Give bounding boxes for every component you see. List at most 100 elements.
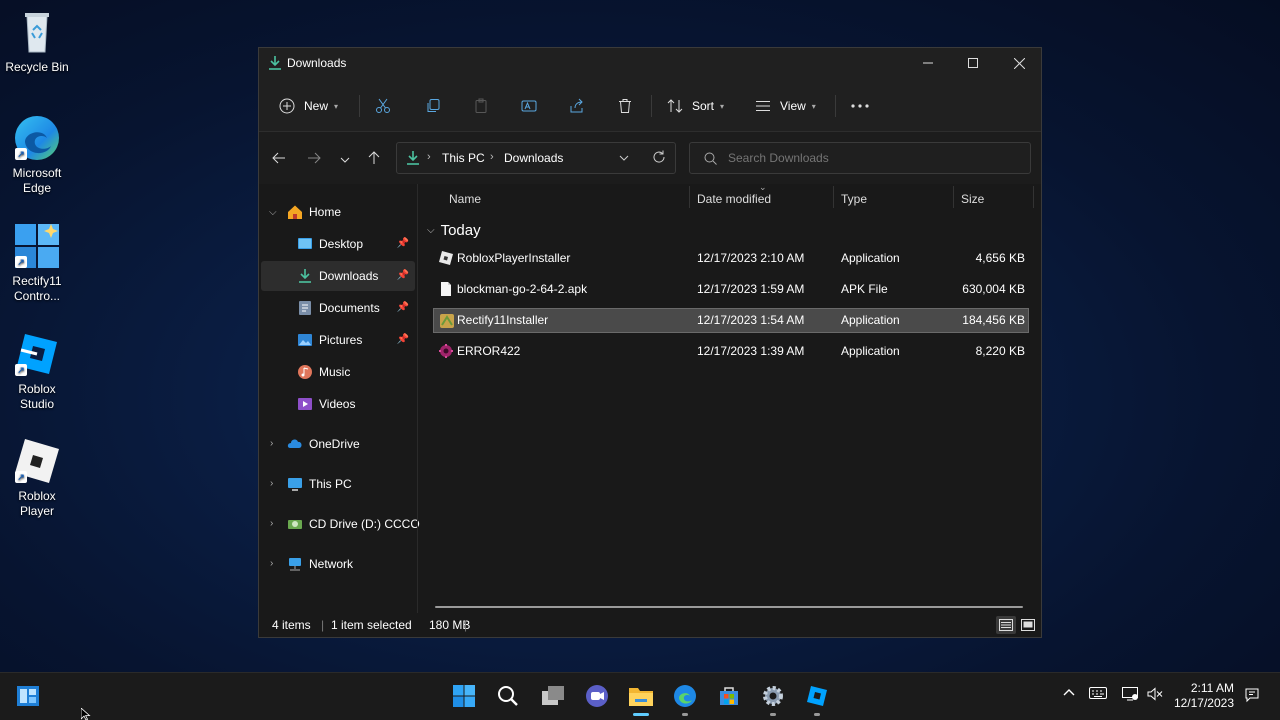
- content-area: ⌵ Home Desktop 📌 Downloads 📌 Documents 📌: [259, 182, 1041, 613]
- details-view-button[interactable]: [996, 616, 1016, 634]
- roblox-studio-icon: [805, 684, 829, 711]
- sidebar-item-onedrive[interactable]: › OneDrive: [261, 429, 415, 459]
- store-taskbar-button[interactable]: [715, 683, 743, 711]
- breadcrumb-this-pc[interactable]: This PC: [442, 151, 485, 165]
- sidebar-item-this-pc[interactable]: › This PC: [261, 469, 415, 499]
- network-icon: [287, 556, 303, 572]
- column-divider[interactable]: [833, 186, 834, 208]
- view-button[interactable]: View ▾: [755, 90, 816, 122]
- search-button[interactable]: [494, 683, 522, 711]
- desktop-icon-edge[interactable]: ↗ Microsoft Edge: [1, 114, 73, 196]
- running-app-indicator: [682, 713, 688, 716]
- file-row-selected[interactable]: Rectify11Installer 12/17/2023 1:54 AM Ap…: [433, 308, 1029, 333]
- desktop-icon-roblox-player[interactable]: ↗ Roblox Player: [1, 437, 73, 519]
- sidebar-item-downloads[interactable]: Downloads 📌: [261, 261, 415, 291]
- back-button[interactable]: [267, 147, 291, 171]
- sort-button[interactable]: Sort ▾: [667, 90, 724, 122]
- title-bar[interactable]: Downloads: [259, 48, 1041, 78]
- paste-button[interactable]: [473, 90, 489, 122]
- file-explorer-taskbar-button[interactable]: [627, 683, 655, 716]
- search-box[interactable]: [689, 142, 1031, 174]
- teams-chat-button[interactable]: [583, 683, 611, 711]
- volume-tray-button[interactable]: [1147, 687, 1163, 704]
- delete-button[interactable]: [617, 90, 633, 122]
- chevron-right-icon[interactable]: ›: [270, 438, 273, 449]
- show-hidden-icons-button[interactable]: [1062, 685, 1076, 702]
- sidebar-item-music[interactable]: Music: [261, 357, 415, 387]
- chevron-right-icon[interactable]: ›: [270, 558, 273, 569]
- tiles-view-button[interactable]: [1019, 616, 1037, 634]
- sidebar-item-pictures[interactable]: Pictures 📌: [261, 325, 415, 355]
- task-view-button[interactable]: [539, 683, 567, 711]
- cut-button[interactable]: [375, 90, 391, 122]
- chevron-down-icon: [340, 152, 350, 166]
- keyboard-tray-button[interactable]: [1089, 687, 1107, 702]
- settings-taskbar-button[interactable]: [759, 683, 787, 716]
- group-header-today[interactable]: ⌵ Today: [427, 222, 481, 239]
- folder-icon: [628, 685, 654, 710]
- roblox-studio-taskbar-button[interactable]: [803, 683, 831, 716]
- system-clock[interactable]: 2:11 AM 12/17/2023: [1174, 681, 1234, 711]
- address-bar[interactable]: › This PC › Downloads: [396, 142, 676, 174]
- file-row[interactable]: ERROR422 12/17/2023 1:39 AM Application …: [433, 339, 1029, 364]
- desktop-icon-rectify11[interactable]: ↗ Rectify11 Contro...: [1, 222, 73, 304]
- search-input[interactable]: [728, 149, 1018, 167]
- new-button[interactable]: New ▾: [279, 90, 338, 122]
- clock-date: 12/17/2023: [1173, 696, 1234, 710]
- column-divider[interactable]: [953, 186, 954, 208]
- new-label: New: [304, 99, 329, 113]
- rename-icon: [521, 98, 537, 114]
- search-icon: [704, 152, 717, 168]
- active-app-indicator: [633, 713, 649, 716]
- chevron-down-icon[interactable]: ⌵: [269, 207, 277, 218]
- column-divider[interactable]: [1033, 186, 1034, 208]
- rename-button[interactable]: [521, 90, 537, 122]
- share-button[interactable]: [569, 90, 585, 122]
- command-bar: New ▾ Sort ▾ View ▾: [259, 78, 1041, 132]
- sidebar-item-desktop[interactable]: Desktop 📌: [261, 229, 415, 259]
- column-header-name[interactable]: Name: [449, 186, 689, 212]
- file-row[interactable]: blockman-go-2-64-2.apk 12/17/2023 1:59 A…: [433, 277, 1029, 302]
- refresh-button[interactable]: [652, 150, 666, 167]
- widgets-button[interactable]: [14, 683, 42, 711]
- chevron-right-icon[interactable]: ›: [270, 478, 273, 489]
- chevron-right-icon[interactable]: ›: [270, 518, 273, 529]
- edge-icon: [673, 684, 697, 711]
- start-button[interactable]: [450, 683, 478, 711]
- horizontal-scrollbar[interactable]: [435, 606, 1023, 608]
- column-header-date[interactable]: Date modified: [697, 186, 832, 212]
- up-button[interactable]: [362, 147, 386, 171]
- minimize-button[interactable]: [905, 48, 951, 78]
- column-divider[interactable]: [689, 186, 690, 208]
- column-header-type[interactable]: Type: [841, 186, 951, 212]
- item-count: 4 items: [272, 618, 311, 632]
- more-options-button[interactable]: [851, 90, 869, 122]
- running-app-indicator: [770, 713, 776, 716]
- sidebar-item-documents[interactable]: Documents 📌: [261, 293, 415, 323]
- file-row[interactable]: RobloxPlayerInstaller 12/17/2023 2:10 AM…: [433, 246, 1029, 271]
- sidebar-item-videos[interactable]: Videos: [261, 389, 415, 419]
- column-header-size[interactable]: Size: [961, 186, 1031, 212]
- desktop-icon-recycle-bin[interactable]: Recycle Bin: [1, 8, 73, 75]
- column-header-label: Type: [841, 192, 868, 206]
- recent-locations-button[interactable]: [333, 147, 357, 171]
- forward-button[interactable]: [302, 147, 326, 171]
- edge-taskbar-button[interactable]: [671, 683, 699, 716]
- notifications-button[interactable]: [1244, 687, 1260, 706]
- network-tray-button[interactable]: [1122, 687, 1138, 704]
- sidebar-item-home[interactable]: ⌵ Home: [261, 197, 415, 227]
- close-button[interactable]: [996, 48, 1042, 78]
- sidebar-item-network[interactable]: › Network: [261, 549, 415, 579]
- pane-divider[interactable]: [417, 184, 418, 613]
- maximize-button[interactable]: [950, 48, 996, 78]
- breadcrumb-downloads[interactable]: Downloads: [504, 151, 563, 165]
- file-size: 630,004 KB: [962, 282, 1025, 296]
- desktop-icon-roblox-studio[interactable]: ↗ Roblox Studio: [1, 330, 73, 412]
- copy-button[interactable]: [425, 90, 441, 122]
- plus-circle-icon: [279, 98, 295, 114]
- sidebar-item-cd-drive[interactable]: › CD Drive (D:) CCCO: [261, 509, 420, 539]
- gear-icon: [761, 684, 785, 711]
- pin-icon: 📌: [396, 270, 409, 281]
- address-dropdown-button[interactable]: [619, 150, 629, 169]
- clock-time: 2:11 AM: [1190, 681, 1234, 695]
